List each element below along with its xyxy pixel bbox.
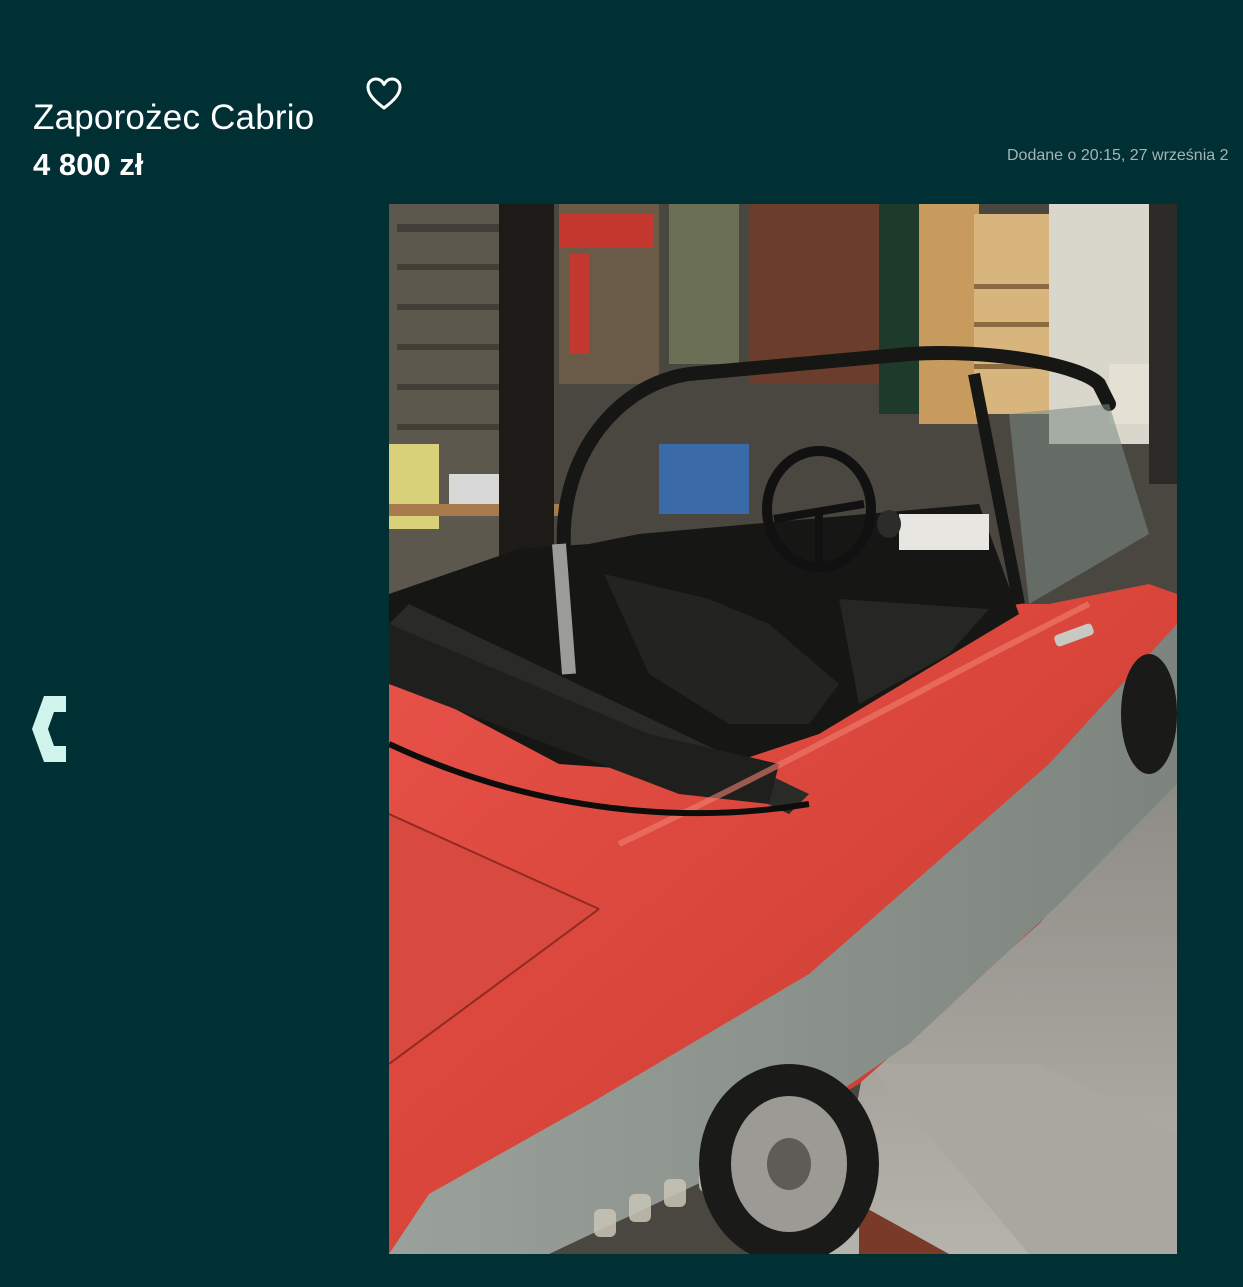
heart-outline-icon	[366, 77, 402, 110]
chevron-left-icon	[32, 696, 66, 762]
listing-title: Zaporożec Cabrio	[33, 98, 315, 138]
listing-photo[interactable]	[389, 204, 1177, 1254]
car-photo-image	[389, 204, 1177, 1254]
favorite-button[interactable]	[362, 72, 406, 116]
listing-price: 4 800 zł	[33, 147, 144, 182]
listing-page: Zaporożec Cabrio 4 800 zł Dodane o 20:15…	[0, 0, 1243, 1287]
gallery-previous-button[interactable]	[30, 694, 70, 764]
posted-date: Dodane o 20:15, 27 września 2	[1007, 147, 1229, 164]
